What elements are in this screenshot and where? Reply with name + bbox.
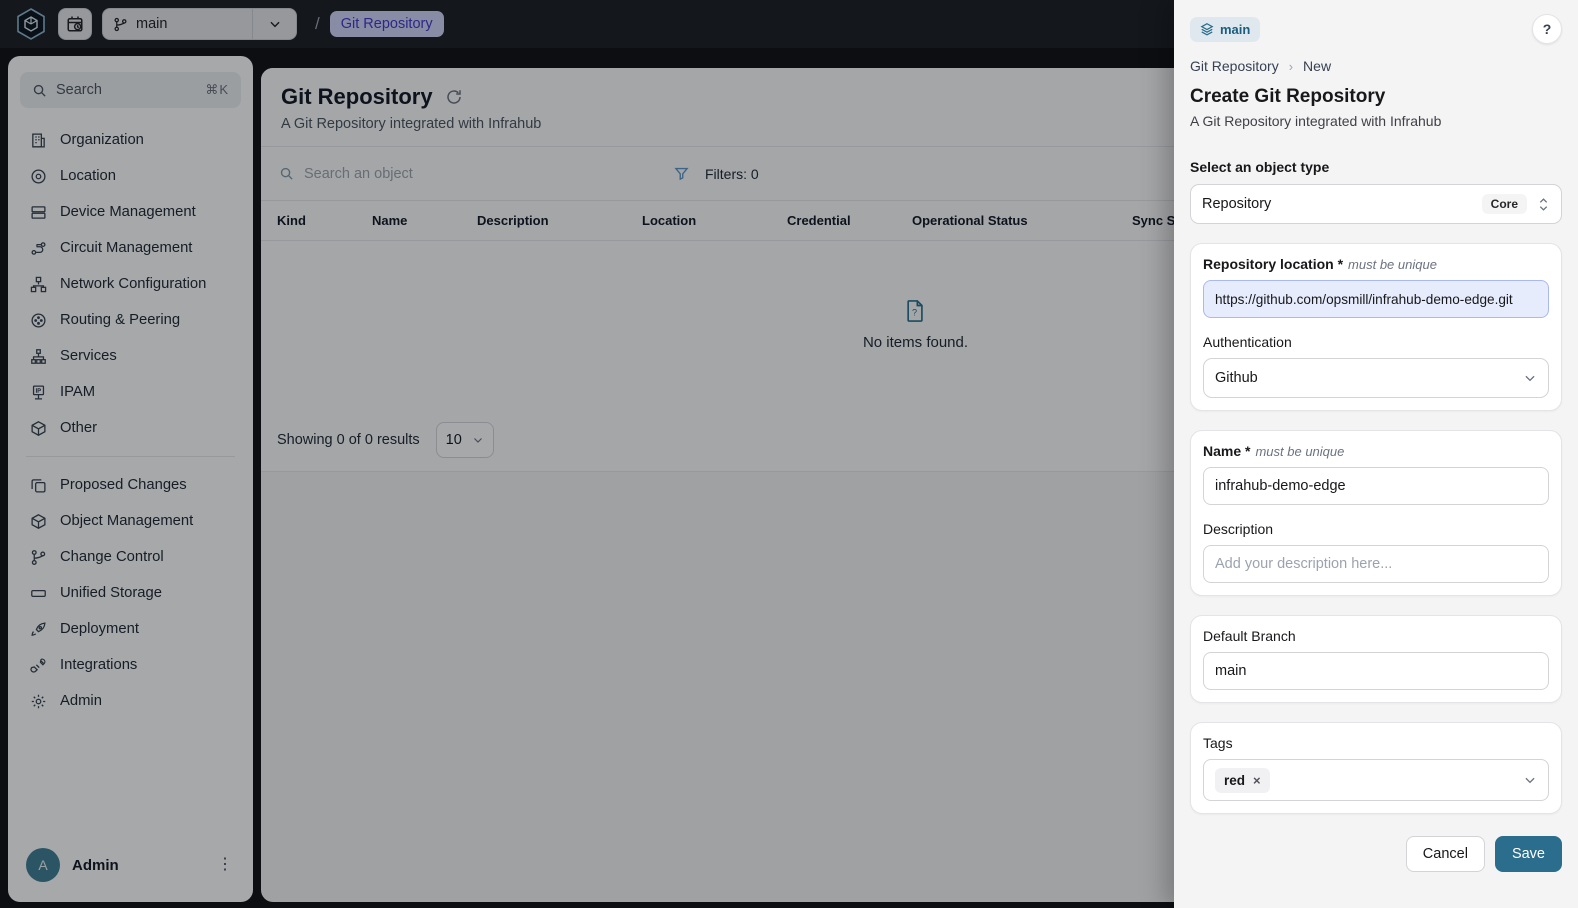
namespace-badge: Core [1482, 194, 1527, 214]
name-description-card: Name *must be unique Description [1190, 430, 1562, 596]
repository-card: Repository location *must be unique Auth… [1190, 243, 1562, 411]
object-type-label: Select an object type [1190, 159, 1562, 175]
help-button[interactable]: ? [1532, 14, 1562, 44]
drawer-actions: Cancel Save [1190, 836, 1562, 872]
drawer-subtitle: A Git Repository integrated with Infrahu… [1190, 113, 1562, 129]
chevrons-up-down-icon [1537, 197, 1550, 212]
drawer-title: Create Git Repository [1190, 86, 1562, 108]
tag-chip-label: red [1224, 773, 1245, 788]
chevron-down-icon [1523, 371, 1537, 385]
save-button[interactable]: Save [1495, 836, 1562, 872]
object-type-value: Repository [1202, 196, 1271, 212]
layers-icon [1200, 22, 1214, 36]
drawer-branch-badge: main [1190, 17, 1260, 42]
description-input[interactable] [1203, 545, 1549, 583]
default-branch-input[interactable] [1203, 652, 1549, 690]
drawer-breadcrumb-current: New [1303, 58, 1331, 74]
default-branch-card: Default Branch [1190, 615, 1562, 703]
repository-location-input[interactable] [1203, 280, 1549, 318]
create-git-repository-drawer: main ? Git Repository › New Create Git R… [1174, 0, 1578, 908]
object-type-select[interactable]: Repository Core [1190, 184, 1562, 224]
drawer-breadcrumb: Git Repository › New [1190, 58, 1562, 74]
authentication-select[interactable]: Github [1203, 358, 1549, 398]
chevron-down-icon [1523, 773, 1537, 787]
authentication-label: Authentication [1203, 334, 1549, 350]
chevron-right-icon: › [1289, 59, 1293, 74]
unique-hint: must be unique [1348, 257, 1437, 272]
tags-multiselect[interactable]: red × [1203, 759, 1549, 801]
name-input[interactable] [1203, 467, 1549, 505]
authentication-value: Github [1215, 370, 1258, 386]
remove-tag-icon[interactable]: × [1253, 774, 1261, 787]
cancel-button[interactable]: Cancel [1406, 836, 1485, 872]
default-branch-label: Default Branch [1203, 628, 1549, 644]
unique-hint: must be unique [1255, 444, 1344, 459]
drawer-breadcrumb-parent[interactable]: Git Repository [1190, 58, 1279, 74]
drawer-branch-name: main [1220, 22, 1250, 37]
repository-location-label: Repository location *must be unique [1203, 256, 1549, 272]
tag-chip-red: red × [1215, 768, 1270, 793]
tags-label: Tags [1203, 735, 1549, 751]
tags-card: Tags red × [1190, 722, 1562, 814]
name-label: Name *must be unique [1203, 443, 1549, 459]
description-label: Description [1203, 521, 1549, 537]
